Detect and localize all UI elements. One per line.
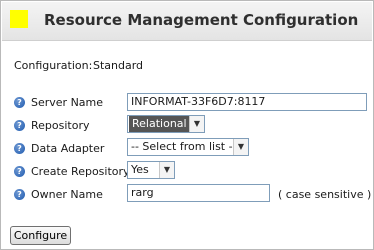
chevron-down-icon[interactable]: ▼ bbox=[189, 116, 204, 132]
data-adapter-select[interactable]: -- Select from list -- ▼ bbox=[127, 138, 249, 156]
chevron-down-icon[interactable]: ▼ bbox=[159, 162, 174, 178]
yellow-square-icon bbox=[10, 10, 28, 28]
configuration-row: Configuration: Standard bbox=[14, 59, 143, 72]
owner-name-input[interactable]: rarg bbox=[127, 184, 270, 202]
create-repository-select[interactable]: Yes ▼ bbox=[127, 161, 175, 179]
repository-label: Repository bbox=[31, 119, 90, 132]
case-sensitive-hint: ( case sensitive ) bbox=[278, 188, 372, 201]
owner-name-label: Owner Name bbox=[31, 188, 103, 201]
configuration-label: Configuration: bbox=[14, 59, 93, 72]
repository-select[interactable]: Relational ▼ bbox=[127, 115, 205, 133]
help-icon[interactable]: ? bbox=[14, 97, 25, 108]
page-title: Resource Management Configuration bbox=[44, 11, 359, 29]
create-repository-selected-value: Yes bbox=[131, 163, 149, 176]
server-name-label: Server Name bbox=[31, 96, 104, 109]
help-icon[interactable]: ? bbox=[14, 143, 25, 154]
data-adapter-selected-value: -- Select from list -- bbox=[131, 140, 237, 153]
config-panel: Resource Management Configuration Config… bbox=[0, 0, 374, 250]
server-name-input[interactable]: INFORMAT-33F6D7:8117 bbox=[127, 93, 367, 111]
chevron-down-icon[interactable]: ▼ bbox=[233, 139, 248, 155]
data-adapter-label: Data Adapter bbox=[31, 142, 105, 155]
configuration-value: Standard bbox=[93, 59, 144, 72]
create-repository-label: Create Repository bbox=[31, 165, 130, 178]
help-icon[interactable]: ? bbox=[14, 189, 25, 200]
configure-button[interactable]: Configure bbox=[10, 226, 71, 245]
header-bar: Resource Management Configuration bbox=[2, 2, 372, 41]
help-icon[interactable]: ? bbox=[14, 166, 25, 177]
help-icon[interactable]: ? bbox=[14, 120, 25, 131]
